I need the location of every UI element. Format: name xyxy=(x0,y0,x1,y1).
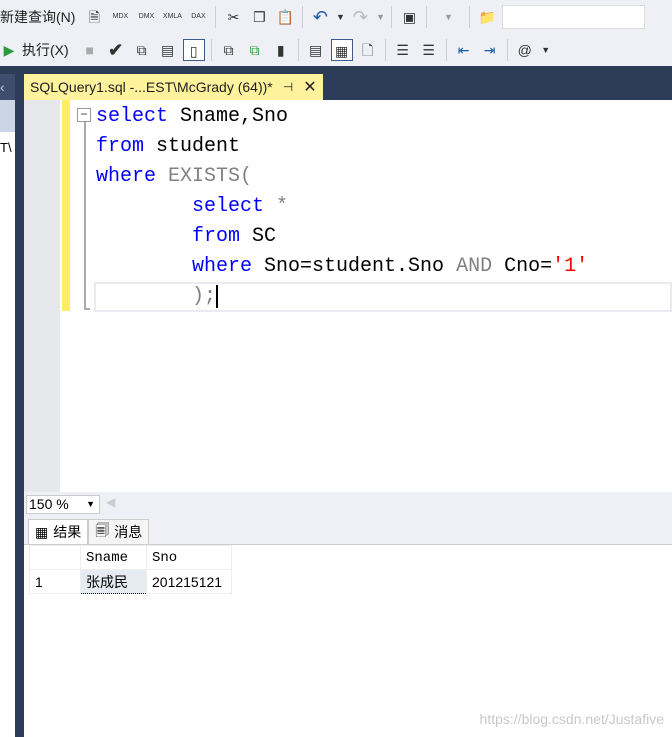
separator xyxy=(469,5,471,28)
tab-title: SQLQuery1.sql -...EST\McGrady (64))* xyxy=(30,79,273,95)
cell-sname[interactable]: 张成民 xyxy=(80,569,147,594)
document-tab-bar: ‹ SQLQuery1.sql -...EST\McGrady (64))* ⊣… xyxy=(0,66,672,100)
results-to-grid-icon[interactable]: ▦ xyxy=(330,38,353,61)
redo-icon[interactable]: ↷ xyxy=(349,6,371,28)
specify-values-icon[interactable]: @ xyxy=(514,39,536,61)
separator xyxy=(384,38,386,61)
undo-icon[interactable]: ↶ xyxy=(309,6,331,28)
fold-line xyxy=(84,122,90,310)
dropdown-icon[interactable]: ▼ xyxy=(433,6,463,28)
code-line: from student xyxy=(96,135,241,158)
object-explorer-panel: T\ xyxy=(0,100,15,737)
stop-icon[interactable]: ■ xyxy=(79,39,101,61)
redo-dropdown-icon[interactable]: ▼ xyxy=(375,6,385,28)
new-file-icon[interactable]: 🗎 xyxy=(83,6,105,28)
results-to-text-icon[interactable]: ▤ xyxy=(305,39,327,61)
table-row: 1 张成民 201215121 xyxy=(29,569,232,594)
separator xyxy=(210,38,212,61)
separator xyxy=(426,5,428,28)
dmx-icon[interactable]: DMX xyxy=(135,6,157,28)
tab-messages[interactable]: 🗐 消息 xyxy=(88,519,150,544)
intellisense-icon[interactable]: ▯ xyxy=(182,38,205,61)
toolbar-standard: 新建查询(N) 🗎 MDX DMX XMLA DAX ✂ ❐ 📋 ↶ ▼ ↷ ▼… xyxy=(0,0,672,33)
query-editor[interactable]: − select Sname,Sno from student where EXIS… xyxy=(24,100,672,492)
comment-icon[interactable]: ☰ xyxy=(392,39,414,61)
scroll-left-icon[interactable]: ‹ xyxy=(0,74,15,100)
code-text[interactable]: select Sname,Sno from student where EXISTS… xyxy=(96,102,588,312)
include-plan-icon[interactable]: ⧉ xyxy=(218,39,240,61)
zoom-bar: 150 % ▼ ◀ xyxy=(24,492,672,516)
zoom-select[interactable]: 150 % ▼ xyxy=(26,495,100,514)
execute-icon[interactable]: ▶ xyxy=(2,39,16,61)
tree-item[interactable]: T\ xyxy=(0,140,15,155)
collapse-icon[interactable]: − xyxy=(77,108,91,122)
cell-sno[interactable]: 201215121 xyxy=(146,569,232,594)
separator xyxy=(445,38,447,61)
copy-icon[interactable]: ❐ xyxy=(248,6,270,28)
results-tabs: ▦ 结果 🗐 消息 xyxy=(24,516,672,544)
code-line: where Sno=student.Sno AND Cno='1' xyxy=(192,255,589,278)
tab-sqlquery1[interactable]: SQLQuery1.sql -...EST\McGrady (64))* ⊣ ✕ xyxy=(24,74,323,100)
panel-header xyxy=(0,100,15,132)
query-options-icon[interactable]: ▤ xyxy=(157,39,179,61)
client-stats-icon[interactable]: ▮ xyxy=(270,39,292,61)
column-header-sname[interactable]: Sname xyxy=(80,545,147,570)
watermark: https://blog.csdn.net/Justafive xyxy=(479,711,664,727)
cut-icon[interactable]: ✂ xyxy=(222,6,244,28)
close-icon[interactable]: ✕ xyxy=(303,77,316,97)
mdx-icon[interactable]: MDX xyxy=(109,6,131,28)
find-folder-icon[interactable]: 📁 xyxy=(476,6,498,28)
separator xyxy=(215,5,217,28)
new-query-button[interactable]: 新建查询(N) xyxy=(0,7,81,27)
code-line: from SC xyxy=(192,225,277,248)
live-stats-icon[interactable]: ⧉ xyxy=(244,39,266,61)
separator xyxy=(391,5,393,28)
separator xyxy=(302,5,304,28)
scroll-left-arrow-icon[interactable]: ◀ xyxy=(106,495,115,509)
editor-margin xyxy=(24,100,60,492)
column-header-sno[interactable]: Sno xyxy=(146,545,232,570)
tab-results[interactable]: ▦ 结果 xyxy=(28,519,89,544)
toolbar-overflow-icon[interactable]: ▼ xyxy=(540,39,552,61)
execute-button[interactable]: 执行(X) xyxy=(18,40,77,60)
decrease-indent-icon[interactable]: ⇤ xyxy=(453,39,475,61)
activity-monitor-icon[interactable]: ▣ xyxy=(398,6,420,28)
grid-icon: ▦ xyxy=(35,523,49,540)
separator xyxy=(506,38,508,61)
change-indicator xyxy=(62,100,70,311)
results-to-file-icon[interactable]: 🗋 xyxy=(357,39,379,61)
separator xyxy=(297,38,299,61)
paste-icon[interactable]: 📋 xyxy=(274,6,296,28)
pin-icon[interactable]: ⊣ xyxy=(283,80,293,94)
search-input[interactable] xyxy=(502,4,646,29)
toolbar-sql-editor: ▶ 执行(X) ■ ✔ ⧉ ▤ ▯ ⧉ ⧉ ▮ ▤ ▦ 🗋 ☰ ☰ ⇤ ⇥ @ … xyxy=(0,33,672,66)
header-row: Sname Sno xyxy=(29,545,232,570)
undo-dropdown-icon[interactable]: ▼ xyxy=(335,6,345,28)
display-plan-icon[interactable]: ⧉ xyxy=(131,39,153,61)
row-number[interactable]: 1 xyxy=(29,569,81,594)
dax-icon[interactable]: DAX xyxy=(187,6,209,28)
results-grid: Sname Sno 1 张成民 201215121 https://blog.csdn… xyxy=(24,544,672,737)
increase-indent-icon[interactable]: ⇥ xyxy=(479,39,501,61)
code-line: select Sname,Sno xyxy=(96,105,289,128)
code-line: where EXISTS( xyxy=(96,165,253,188)
code-line: ); xyxy=(192,285,219,308)
code-line: select * xyxy=(192,195,289,218)
messages-icon: 🗐 xyxy=(95,522,110,538)
xmla-icon[interactable]: XMLA xyxy=(161,6,183,28)
text-cursor xyxy=(216,285,219,308)
parse-check-icon[interactable]: ✔ xyxy=(105,39,127,61)
uncomment-icon[interactable]: ☰ xyxy=(418,39,440,61)
